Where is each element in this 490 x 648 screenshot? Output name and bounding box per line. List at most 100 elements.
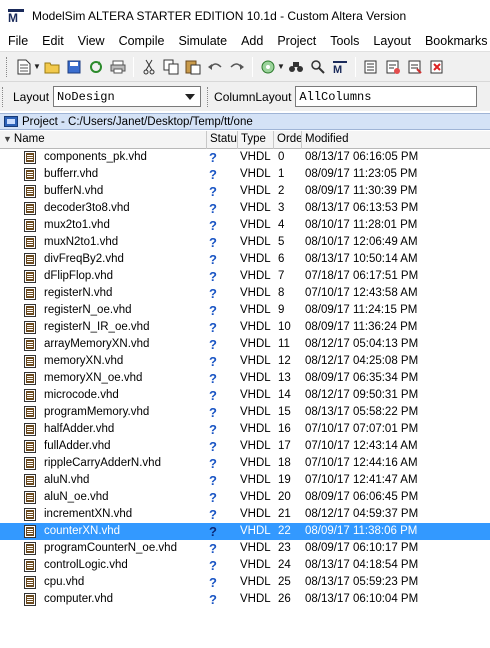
file-row[interactable]: computer.vhd? VHDL 26 08/13/17 06:10:04 PM	[0, 591, 490, 608]
status-unknown-icon: ?	[209, 388, 217, 403]
file-name: counterXN.vhd	[44, 525, 121, 537]
file-row[interactable]: incrementXN.vhd? VHDL 21 08/12/17 04:59:37 …	[0, 506, 490, 523]
menu-edit[interactable]: Edit	[35, 31, 71, 51]
file-order: 7	[278, 270, 285, 282]
stop-icon[interactable]	[428, 58, 446, 76]
menu-layout[interactable]: Layout	[366, 31, 418, 51]
file-row[interactable]: components_pk.vhd? VHDL 0 08/13/17 06:16:05…	[0, 149, 490, 166]
simulate-icon[interactable]	[384, 58, 402, 76]
column-type-label: Type	[241, 133, 266, 145]
file-row[interactable]: programMemory.vhd? VHDL 15 08/13/17 05:58:2…	[0, 404, 490, 421]
file-row[interactable]: bufferN.vhd? VHDL 2 08/09/17 11:30:39 PM	[0, 183, 490, 200]
file-type: VHDL	[240, 236, 271, 248]
menu-file[interactable]: File	[0, 31, 35, 51]
file-row[interactable]: divFreqBy2.vhd? VHDL 6 08/13/17 10:50:14 AM	[0, 251, 490, 268]
file-row[interactable]: microcode.vhd? VHDL 14 08/12/17 09:50:31 PM	[0, 387, 490, 404]
file-modified: 08/09/17 11:23:05 PM	[305, 168, 418, 180]
menu-simulate[interactable]: Simulate	[171, 31, 234, 51]
layout-select[interactable]: NoDesign	[53, 86, 202, 107]
file-row[interactable]: registerN.vhd? VHDL 8 07/10/17 12:43:58 AM	[0, 285, 490, 302]
file-modified: 08/10/17 12:06:49 AM	[305, 236, 418, 248]
file-row[interactable]: controlLogic.vhd? VHDL 24 08/13/17 04:18:54…	[0, 557, 490, 574]
column-layout-select[interactable]: AllColumns	[295, 86, 478, 107]
file-row[interactable]: counterXN.vhd? VHDL 22 08/09/17 11:38:06 PM	[0, 523, 490, 540]
toolbar-separator	[355, 56, 356, 77]
new-file-icon[interactable]	[15, 58, 33, 76]
search-icon[interactable]	[309, 58, 327, 76]
file-type: VHDL	[240, 593, 271, 605]
file-type: VHDL	[240, 423, 271, 435]
menu-tools[interactable]: Tools	[323, 31, 366, 51]
file-row[interactable]: arrayMemoryXN.vhd? VHDL 11 08/12/17 05:04:1…	[0, 336, 490, 353]
save-icon[interactable]	[65, 58, 83, 76]
layout-toolbar: Layout NoDesign ColumnLayout AllColumns	[0, 81, 490, 111]
chevron-down-icon[interactable]	[181, 89, 198, 104]
toolbar-grip[interactable]	[6, 56, 9, 77]
file-name: programCounterN_oe.vhd	[44, 542, 177, 554]
file-order: 16	[278, 423, 291, 435]
file-modified: 08/09/17 06:06:45 PM	[305, 491, 419, 503]
vhdl-file-icon	[24, 202, 36, 215]
menu-project[interactable]: Project	[270, 31, 323, 51]
menu-add[interactable]: Add	[234, 31, 270, 51]
file-row[interactable]: bufferr.vhd? VHDL 1 08/09/17 11:23:05 PM	[0, 166, 490, 183]
find-icon[interactable]	[287, 58, 305, 76]
file-name: registerN.vhd	[44, 287, 113, 299]
file-row[interactable]: registerN_oe.vhd? VHDL 9 08/09/17 11:24:15 …	[0, 302, 490, 319]
menu-bookmarks[interactable]: Bookmarks	[418, 31, 490, 51]
menu-compile[interactable]: Compile	[112, 31, 172, 51]
compile-all-icon[interactable]	[362, 58, 380, 76]
file-order: 25	[278, 576, 291, 588]
break-icon[interactable]	[406, 58, 424, 76]
file-row[interactable]: fullAdder.vhd? VHDL 17 07/10/17 12:43:14 AM	[0, 438, 490, 455]
modelsim-icon[interactable]: M	[331, 58, 349, 76]
file-modified: 08/09/17 06:10:17 PM	[305, 542, 419, 554]
reload-icon[interactable]	[87, 58, 105, 76]
toolbar-grip[interactable]	[2, 86, 5, 107]
menu-view[interactable]: View	[71, 31, 112, 51]
toolbar-grip[interactable]	[207, 86, 210, 107]
file-name: arrayMemoryXN.vhd	[44, 338, 150, 350]
file-modified: 08/13/17 05:59:23 PM	[305, 576, 419, 588]
compile-dropdown-icon[interactable]: ▼	[277, 62, 285, 71]
file-row[interactable]: cpu.vhd? VHDL 25 08/13/17 05:59:23 PM	[0, 574, 490, 591]
status-unknown-icon: ?	[209, 371, 217, 386]
column-header-order[interactable]: Order	[274, 131, 302, 149]
column-header-status[interactable]: Status	[207, 131, 238, 149]
file-row[interactable]: registerN_IR_oe.vhd? VHDL 10 08/09/17 11:36…	[0, 319, 490, 336]
file-row[interactable]: rippleCarryAdderN.vhd? VHDL 18 07/10/17 12:…	[0, 455, 490, 472]
file-row[interactable]: mux2to1.vhd? VHDL 4 08/10/17 11:28:01 PM	[0, 217, 490, 234]
redo-icon[interactable]	[228, 58, 246, 76]
status-unknown-icon: ?	[209, 320, 217, 335]
file-row[interactable]: memoryXN_oe.vhd? VHDL 13 08/09/17 06:35:34 …	[0, 370, 490, 387]
open-folder-icon[interactable]	[43, 58, 61, 76]
column-header-name[interactable]: ▼ Name	[0, 131, 207, 149]
copy-icon[interactable]	[162, 58, 180, 76]
column-header-modified[interactable]: Modified	[302, 131, 490, 149]
file-order: 5	[278, 236, 285, 248]
file-row[interactable]: memoryXN.vhd? VHDL 12 08/12/17 04:25:08 PM	[0, 353, 490, 370]
pane-bottom	[0, 640, 490, 648]
compile-icon[interactable]	[259, 58, 277, 76]
file-row[interactable]: aluN.vhd? VHDL 19 07/10/17 12:41:47 AM	[0, 472, 490, 489]
column-name-label: Name	[13, 133, 45, 145]
file-name: incrementXN.vhd	[44, 508, 133, 520]
file-type: VHDL	[240, 525, 271, 537]
file-row[interactable]: programCounterN_oe.vhd? VHDL 23 08/09/17 06…	[0, 540, 490, 557]
undo-icon[interactable]	[206, 58, 224, 76]
cut-icon[interactable]	[140, 58, 158, 76]
vhdl-file-icon	[24, 185, 36, 198]
file-order: 19	[278, 474, 291, 486]
column-header-type[interactable]: Type	[238, 131, 274, 149]
print-icon[interactable]	[109, 58, 127, 76]
file-row[interactable]: dFlipFlop.vhd? VHDL 7 07/18/17 06:17:51 PM	[0, 268, 490, 285]
file-row[interactable]: muxN2to1.vhd? VHDL 5 08/10/17 12:06:49 AM	[0, 234, 490, 251]
file-row[interactable]: aluN_oe.vhd? VHDL 20 08/09/17 06:06:45 PM	[0, 489, 490, 506]
file-row[interactable]: halfAdder.vhd? VHDL 16 07/10/17 07:07:01 PM	[0, 421, 490, 438]
file-row[interactable]: decoder3to8.vhd? VHDL 3 08/13/17 06:13:53 P…	[0, 200, 490, 217]
new-dropdown-icon[interactable]: ▼	[33, 62, 41, 71]
file-order: 2	[278, 185, 285, 197]
file-modified: 07/18/17 06:17:51 PM	[305, 270, 419, 282]
status-unknown-icon: ?	[209, 286, 217, 301]
paste-icon[interactable]	[184, 58, 202, 76]
